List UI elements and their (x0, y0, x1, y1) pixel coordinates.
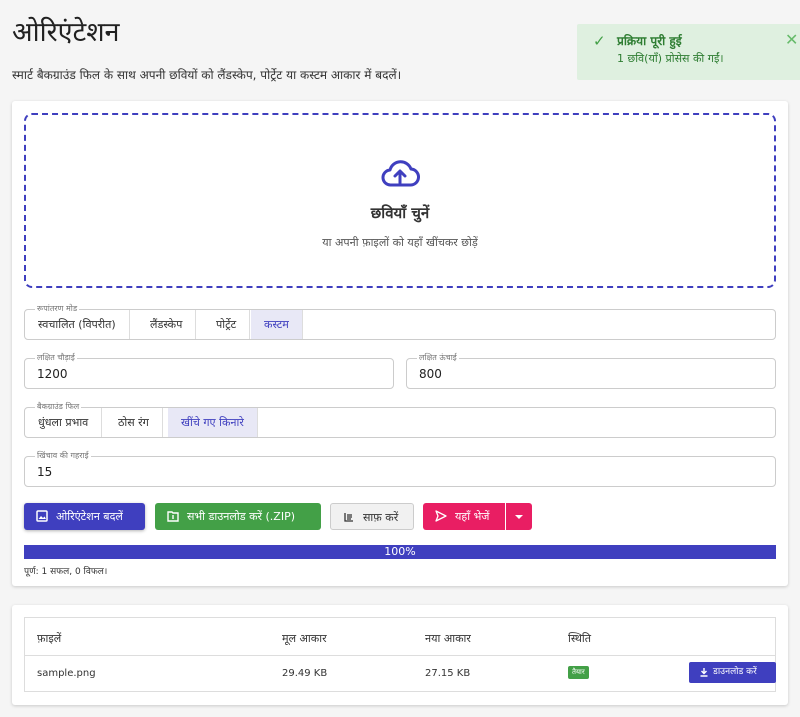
check-icon: ✓ (593, 32, 606, 50)
mode-option-landscape[interactable]: लैंडस्केप (137, 310, 197, 339)
mode-selector: रूपांतरण मोड स्वचालित (विपरीत) लैंडस्केप… (24, 303, 776, 340)
original-size: 29.49 KB (282, 668, 328, 679)
send-icon (435, 510, 447, 522)
fill-option-blur[interactable]: धुंधला प्रभाव (25, 408, 103, 437)
table-divider (25, 655, 775, 656)
download-label: डाउनलोड करें (713, 667, 757, 677)
results-card: फ़ाइलें मूल आकार नया आकार स्थिति sample.… (12, 605, 788, 705)
depth-field[interactable]: खिंचाव की गहराई 15 (24, 450, 776, 487)
download-button[interactable]: डाउनलोड करें (689, 662, 776, 683)
convert-label: ओरिएंटेशन बदलें (56, 510, 123, 523)
fill-option-stretch[interactable]: खींचे गए किनारे (168, 408, 258, 437)
header-status: स्थिति (568, 632, 592, 645)
download-zip-label: सभी डाउनलोड करें (.ZIP) (187, 510, 296, 523)
width-legend: लक्षित चौड़ाई (35, 352, 77, 364)
progress-bar: 100% (24, 545, 776, 559)
success-toast: ✓ प्रक्रिया पूरी हुई 1 छवि(याँ) प्रोसेस … (577, 24, 800, 80)
close-icon[interactable]: ✕ (785, 30, 798, 49)
dropzone-title: छवियाँ चुनें (370, 204, 430, 222)
orientation-card: छवियाँ चुनें या अपनी फ़ाइलों को यहाँ खीं… (12, 101, 788, 586)
cloud-upload-icon (380, 157, 420, 193)
page-subtitle: स्मार्ट बैकग्राउंड फिल के साथ अपनी छवियो… (12, 68, 402, 82)
depth-value: 15 (37, 465, 53, 479)
toast-title: प्रक्रिया पूरी हुई (617, 34, 682, 48)
height-legend: लक्षित ऊंचाई (417, 352, 459, 364)
convert-button[interactable]: ओरिएंटेशन बदलें (24, 503, 145, 530)
download-zip-button[interactable]: सभी डाउनलोड करें (.ZIP) (155, 503, 321, 530)
width-field[interactable]: लक्षित चौड़ाई 1200 (24, 352, 394, 389)
dropzone-hint: या अपनी फ़ाइलों को यहाँ खींचकर छोड़ें (322, 236, 478, 249)
mode-option-auto[interactable]: स्वचालित (विपरीत) (25, 310, 130, 339)
fill-option-solid[interactable]: ठोस रंग (105, 408, 163, 437)
image-icon (36, 510, 48, 522)
height-field[interactable]: लक्षित ऊंचाई 800 (406, 352, 776, 389)
download-icon (700, 668, 708, 677)
new-size: 27.15 KB (425, 668, 471, 679)
width-value: 1200 (37, 367, 68, 381)
header-files: फ़ाइलें (37, 632, 62, 645)
clear-label: साफ़ करें (363, 511, 399, 524)
broom-icon (344, 513, 353, 522)
results-table: फ़ाइलें मूल आकार नया आकार स्थिति sample.… (24, 617, 776, 692)
toast-message: 1 छवि(याँ) प्रोसेस की गईं। (617, 52, 724, 65)
status-badge: तैयार (568, 666, 589, 679)
mode-option-custom[interactable]: कस्टम (251, 310, 303, 339)
send-dropdown-chevron-down-icon[interactable] (506, 503, 532, 530)
clear-button[interactable]: साफ़ करें (330, 503, 414, 530)
fill-selector: बैकग्राउंड फिल धुंधला प्रभाव ठोस रंग खीं… (24, 401, 776, 438)
file-name: sample.png (37, 668, 96, 679)
archive-icon (167, 511, 179, 522)
mode-option-portrait[interactable]: पोर्ट्रेट (203, 310, 251, 339)
header-original-size: मूल आकार (282, 632, 327, 645)
height-value: 800 (419, 367, 442, 381)
depth-legend: खिंचाव की गहराई (35, 450, 91, 462)
file-dropzone[interactable]: छवियाँ चुनें या अपनी फ़ाइलों को यहाँ खीं… (24, 113, 776, 288)
send-label: यहाँ भेजें (455, 510, 490, 523)
progress-status: पूर्ण: 1 सफल, 0 विफल। (24, 567, 108, 577)
send-button[interactable]: यहाँ भेजें (423, 503, 505, 530)
header-new-size: नया आकार (425, 632, 471, 645)
page-title: ओरिएंटेशन (12, 17, 120, 48)
progress-label: 100% (384, 545, 416, 558)
